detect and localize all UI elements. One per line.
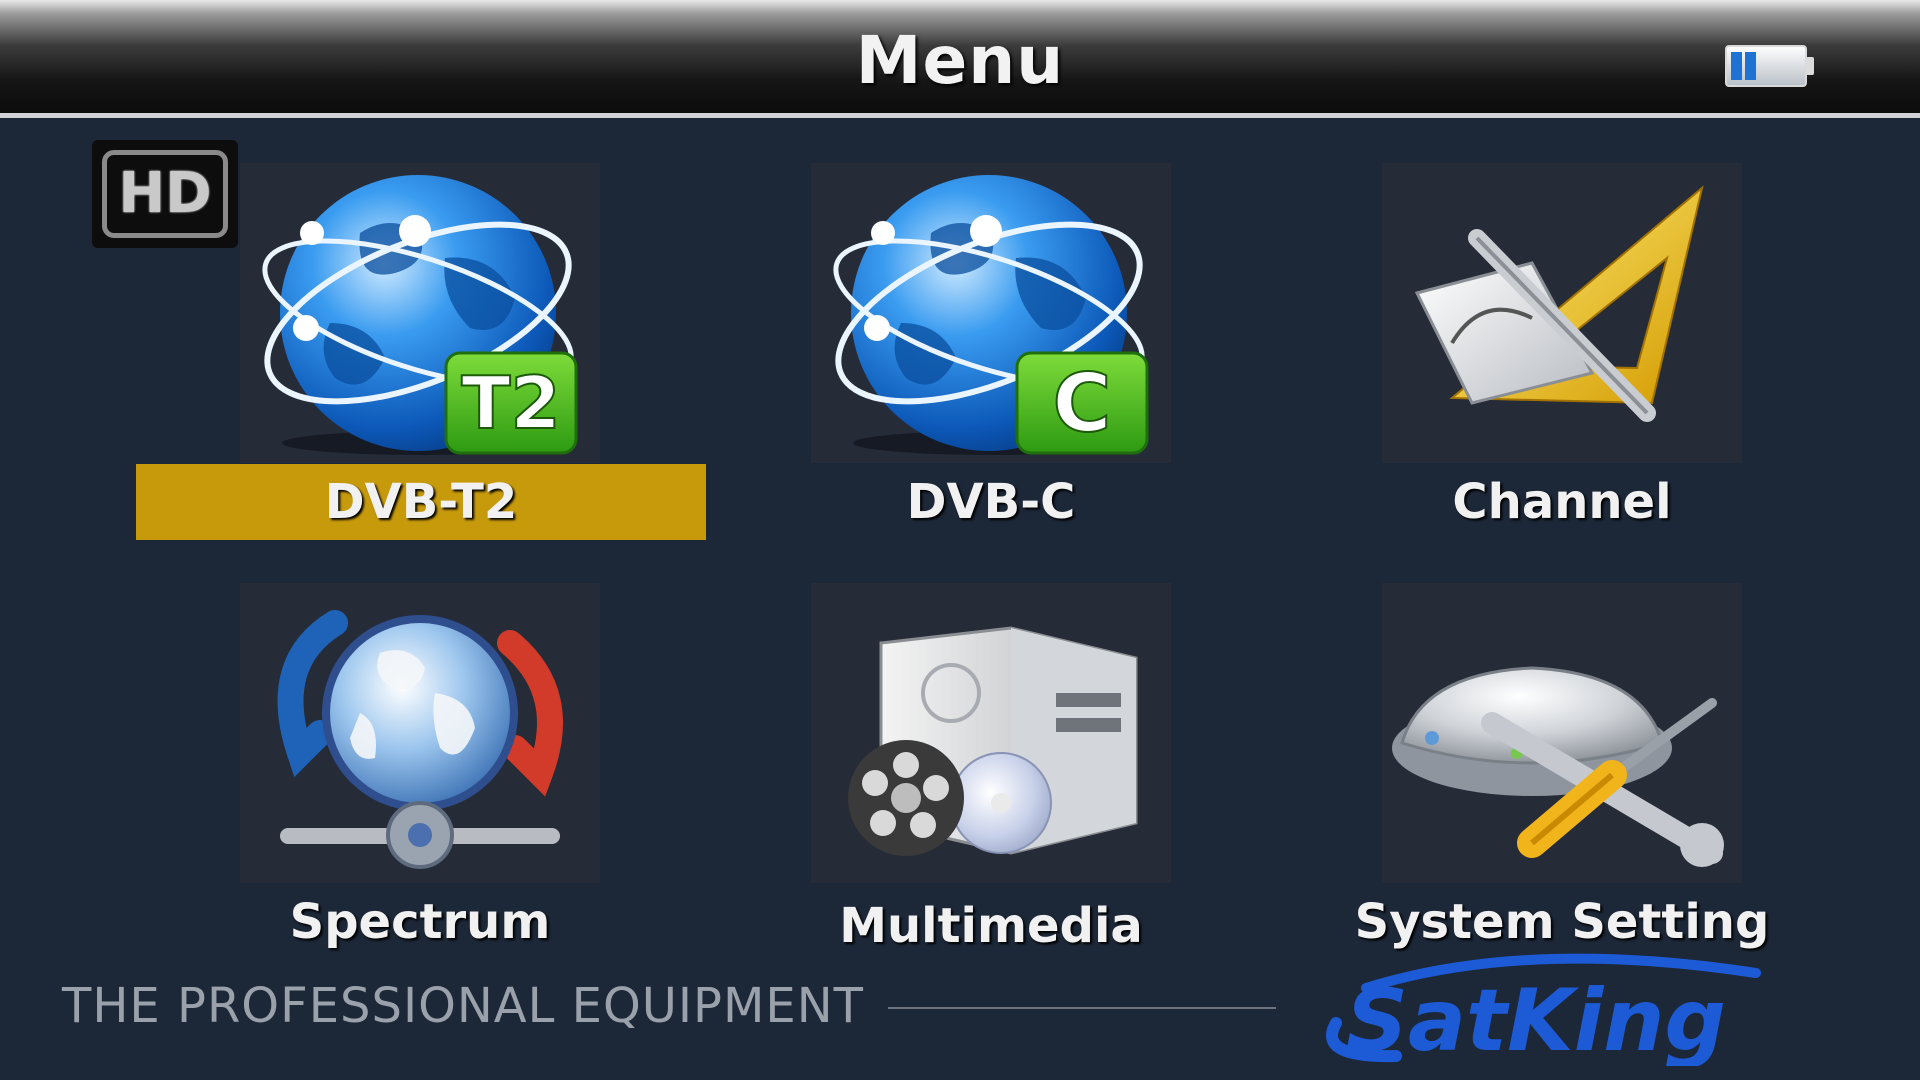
spectrum-globe-icon [277,610,563,869]
channel-edit-icon [1414,185,1704,422]
page-title: Menu [855,22,1065,99]
menu-item-multimedia[interactable] [811,583,1171,883]
hd-badge-text: HD [102,150,228,238]
globe-c-icon: C [833,175,1149,455]
globe-t2-icon: T2 [262,175,578,455]
menu-item-dvb-c-label[interactable]: DVB-C [811,464,1171,540]
c-badge-text: C [1053,357,1112,450]
menu-item-spectrum-label[interactable]: Spectrum [240,884,600,960]
system-setting-icon [1392,666,1724,867]
header-divider [0,113,1920,118]
satking-logo: SatKing [1326,953,1761,1066]
menu-item-channel-label[interactable]: Channel [1382,464,1742,540]
footer-tagline: THE PROFESSIONAL EQUIPMENT [62,978,864,1034]
menu-screen: Menu HD T2 DVB-T2 C DVB-C Channel Spectr… [0,0,1920,1080]
footer-divider [888,1007,1276,1009]
brand-name: SatKing [1346,971,1726,1066]
hd-badge: HD [92,140,238,248]
menu-item-multimedia-label[interactable]: Multimedia [811,888,1171,964]
menu-item-dvb-c[interactable]: C [811,163,1171,463]
battery-icon [1725,45,1814,87]
t2-badge-text: T2 [461,361,560,445]
header-bar: Menu [0,0,1920,118]
menu-item-system-setting[interactable] [1382,583,1742,883]
menu-item-spectrum[interactable] [240,583,600,883]
menu-item-dvb-t2[interactable]: T2 [240,163,600,463]
menu-item-channel[interactable] [1382,163,1742,463]
menu-item-dvb-t2-label[interactable]: DVB-T2 [136,464,706,540]
multimedia-icon [848,626,1138,856]
